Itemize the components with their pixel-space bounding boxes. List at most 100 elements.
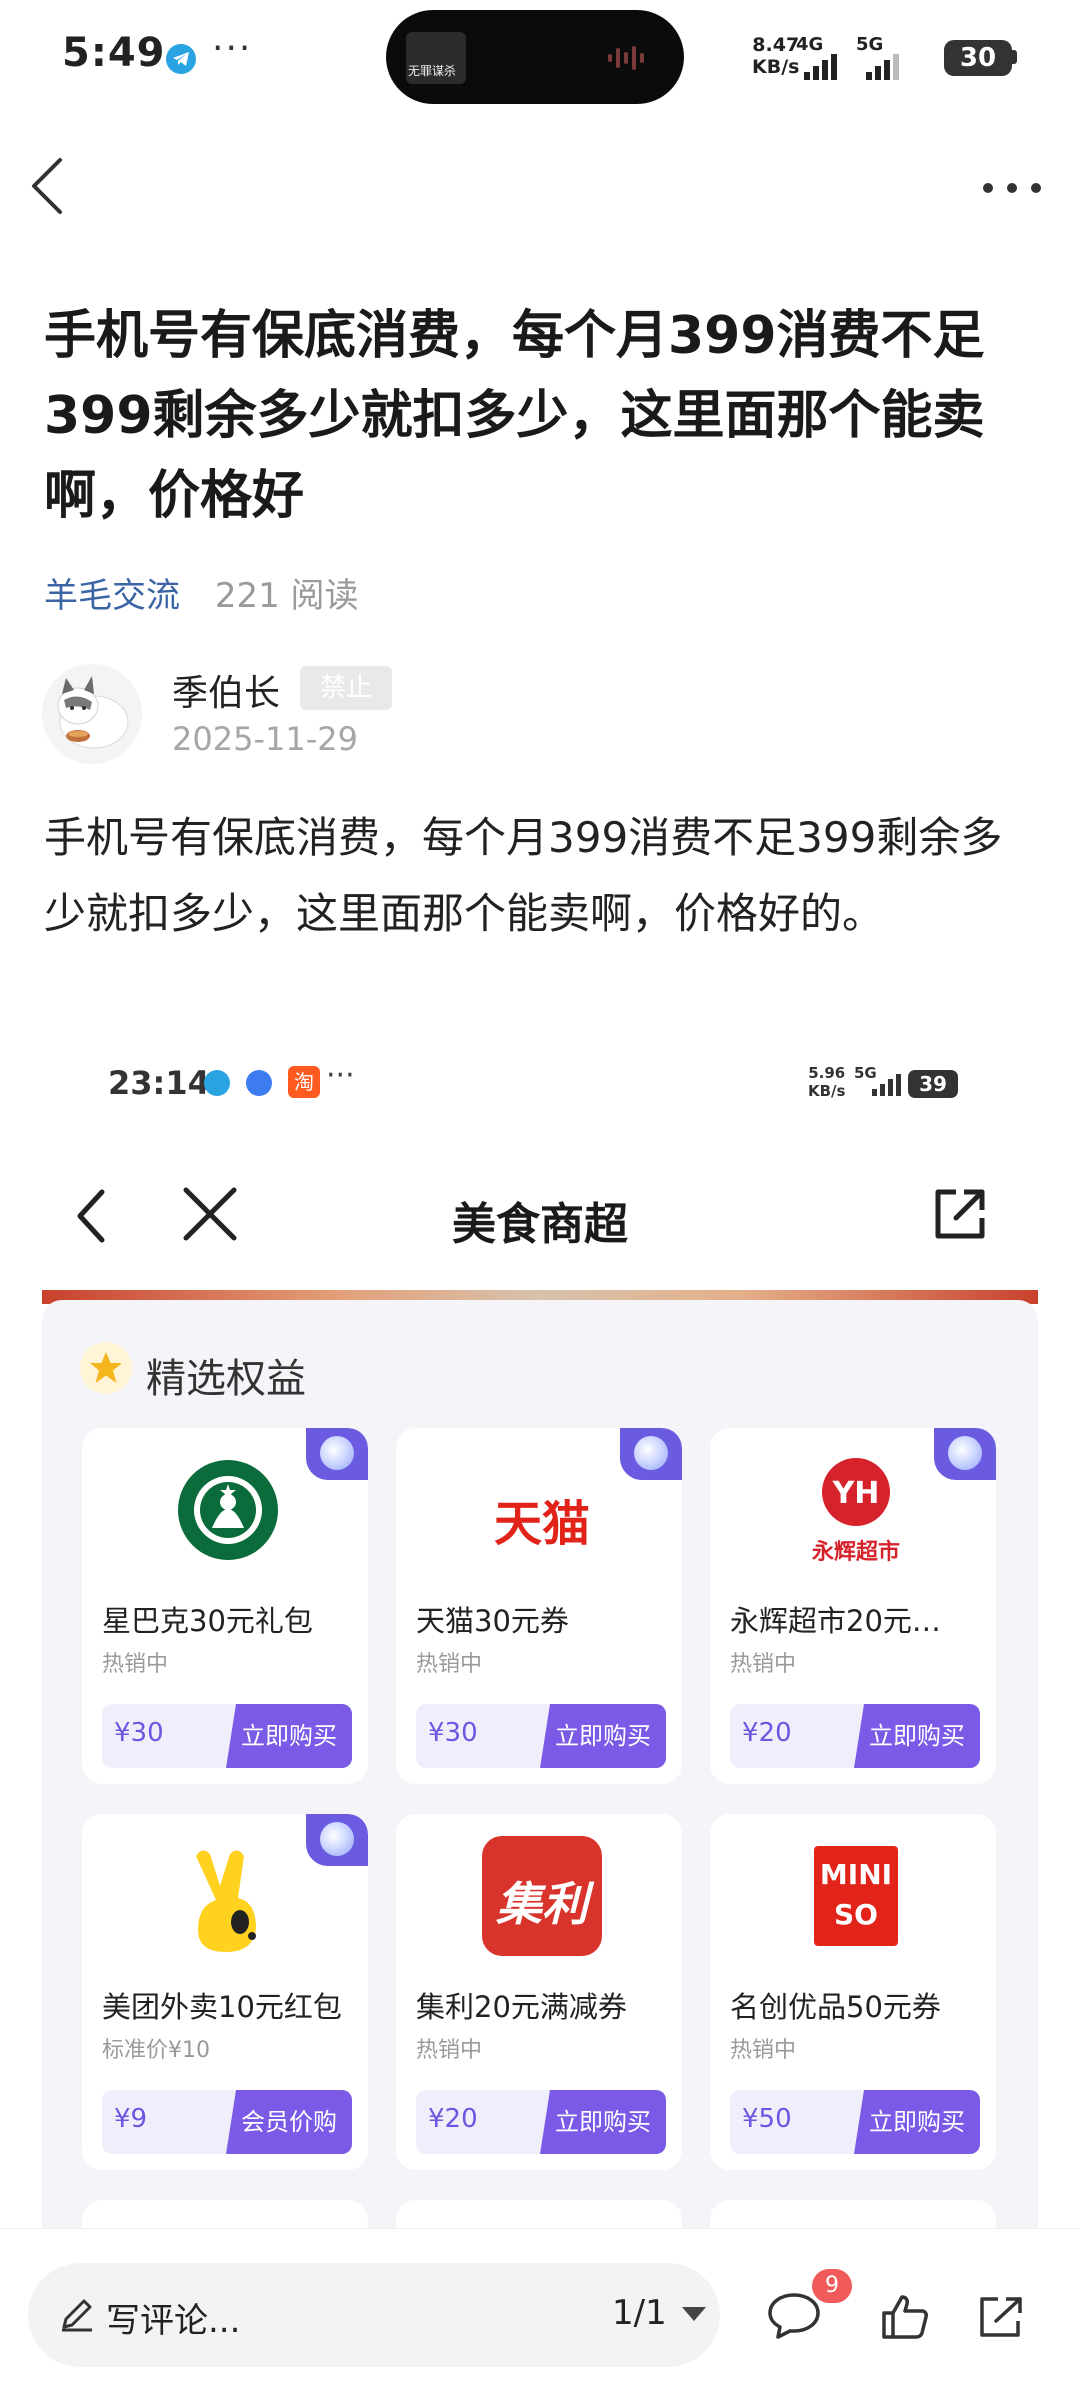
dynamic-island[interactable]: 无罪谋杀 (386, 10, 684, 104)
bottom-action-bar: 写评论... 1/1 9 (0, 2228, 1080, 2400)
embedded-status-bar: 23:14 淘 ··· 5.96 KB/s 5G 39 (42, 1020, 1038, 1140)
member-price-button[interactable]: 会员价购 (226, 2090, 352, 2154)
buy-button[interactable]: 立即购买 (226, 1704, 352, 1768)
starbucks-logo (168, 1450, 288, 1570)
product-price: ¥20 (742, 1718, 792, 1748)
audio-wave-icon (608, 46, 644, 70)
battery-cap (1012, 50, 1017, 64)
post-title: 手机号有保底消费，每个月399消费不足399剩余多少就扣多少，这里面那个能卖啊，… (44, 306, 985, 526)
product-card[interactable]: 美团外卖10元红包 标准价¥10 ¥9 会员价购 (82, 1814, 368, 2170)
product-price: ¥9 (114, 2104, 148, 2134)
signal-icon-2 (866, 54, 899, 80)
buy-button[interactable]: 立即购买 (540, 2090, 666, 2154)
section-title: 精选权益 (146, 1356, 306, 1402)
product-card-partial (82, 2200, 368, 2230)
embedded-speed-value: 5.96 (808, 1064, 846, 1082)
post-meta: 羊毛交流 221 阅读 (44, 568, 359, 617)
jili-logo-text: 集利 (496, 1877, 588, 1931)
buy-button[interactable]: 立即购买 (854, 2090, 980, 2154)
buy-bar[interactable]: ¥20 立即购买 (730, 1704, 980, 1768)
comment-count-badge: 9 (812, 2269, 852, 2303)
cat-avatar-image (42, 664, 142, 764)
speed-value: 8.47 (752, 34, 800, 56)
pen-icon (62, 2299, 92, 2332)
miniso-logo-text-bottom: SO (834, 1898, 878, 1931)
jili-logo: 集利 (482, 1836, 602, 1956)
miniso-logo: MINI SO (796, 1836, 916, 1956)
thumbs-up-icon[interactable] (880, 2293, 930, 2341)
buy-button[interactable]: 立即购买 (540, 1704, 666, 1768)
product-name: 星巴克30元礼包 (102, 1604, 313, 1638)
more-notifications-icon: ··· (326, 1058, 355, 1093)
read-count: 221 阅读 (214, 576, 359, 616)
product-card[interactable]: 星巴克30元礼包 热销中 ¥30 立即购买 (82, 1428, 368, 1784)
post-body: 手机号有保底消费，每个月399消费不足399剩余多少就扣多少，这里面那个能卖啊，… (44, 813, 1003, 938)
badge-icon (934, 1428, 996, 1480)
embedded-time: 23:14 (108, 1064, 210, 1102)
back-arrow-icon[interactable] (20, 150, 80, 222)
badge-icon (306, 1428, 368, 1480)
page-indicator[interactable]: 1/1 (612, 2293, 667, 2333)
product-name: 名创优品50元券 (730, 1990, 941, 2024)
post-image[interactable]: 23:14 淘 ··· 5.96 KB/s 5G 39 美食商超 精选权益 星巴… (42, 1020, 1038, 2230)
buy-bar[interactable]: ¥50 立即购买 (730, 2090, 980, 2154)
music-cover: 无罪谋杀 (406, 32, 466, 84)
product-card[interactable]: YH 永辉超市 永辉超市20元… 热销中 ¥20 立即购买 (710, 1428, 996, 1784)
buy-button[interactable]: 立即购买 (854, 1704, 980, 1768)
product-card[interactable]: 天猫 天猫30元券 热销中 ¥30 立即购买 (396, 1428, 682, 1784)
product-status: 热销中 (102, 1652, 169, 1677)
product-name: 集利20元满减券 (416, 1990, 627, 2024)
meituan-logo (168, 1836, 288, 1956)
buy-bar[interactable]: ¥20 立即购买 (416, 2090, 666, 2154)
taobao-icon: 淘 (288, 1066, 320, 1098)
embedded-speed-unit: KB/s (808, 1082, 846, 1100)
status-bar: 5:49 ··· 无罪谋杀 8.47 KB/s 4G 5G 30 (0, 0, 1080, 118)
buy-bar[interactable]: ¥9 会员价购 (102, 2090, 352, 2154)
badge-icon (620, 1428, 682, 1480)
buy-bar[interactable]: ¥30 立即购买 (102, 1704, 352, 1768)
product-card-partial (710, 2200, 996, 2230)
battery-icon: 39 (908, 1070, 958, 1098)
product-price: ¥20 (428, 2104, 478, 2134)
more-options-icon[interactable] (976, 168, 1048, 208)
product-status: 标准价¥10 (102, 2038, 210, 2063)
product-card-partial (396, 2200, 682, 2230)
yonghui-logo-mark: YH (832, 1476, 880, 1511)
product-price: ¥30 (428, 1718, 478, 1748)
product-name: 美团外卖10元红包 (102, 1990, 342, 2024)
product-card[interactable]: 集利 集利20元满减券 热销中 ¥20 立即购买 (396, 1814, 682, 2170)
tmall-logo: 天猫 (482, 1450, 602, 1570)
more-notifications-icon: ··· (212, 28, 253, 69)
yonghui-logo-caption: 永辉超市 (811, 1540, 900, 1565)
comment-input[interactable]: 写评论... 1/1 (28, 2263, 720, 2367)
music-cover-label: 无罪谋杀 (408, 64, 457, 78)
product-card[interactable]: MINI SO 名创优品50元券 热销中 ¥50 立即购买 (710, 1814, 996, 2170)
badge-icon (306, 1814, 368, 1866)
author-name[interactable]: 季伯长 (172, 664, 280, 716)
comment-placeholder: 写评论... (106, 2301, 241, 2341)
product-price: ¥30 (114, 1718, 164, 1748)
app-icon (246, 1070, 272, 1096)
product-price: ¥50 (742, 2104, 792, 2134)
caret-down-icon[interactable] (682, 2307, 706, 2323)
telegram-icon (166, 44, 196, 74)
share-icon[interactable] (976, 2293, 1026, 2341)
external-link-icon (935, 1189, 985, 1239)
tmall-logo-text: 天猫 (493, 1496, 590, 1552)
network-speed: 8.47 KB/s (752, 34, 799, 78)
embedded-nav-bar: 美食商超 (42, 1140, 1038, 1290)
product-status: 热销中 (416, 1652, 483, 1677)
board-link[interactable]: 羊毛交流 (44, 576, 180, 616)
miniso-logo-text-top: MINI (819, 1858, 893, 1891)
status-time: 5:49 (62, 30, 166, 76)
product-name: 天猫30元券 (416, 1604, 569, 1638)
buy-bar[interactable]: ¥30 立即购买 (416, 1704, 666, 1768)
star-icon (80, 1342, 132, 1394)
yonghui-logo: YH 永辉超市 (796, 1450, 916, 1570)
network-5g-label: 5G (856, 34, 884, 55)
speed-unit: KB/s (752, 56, 800, 78)
avatar[interactable] (42, 664, 142, 764)
comment-icon[interactable] (766, 2291, 822, 2341)
post-date: 2025-11-29 (172, 720, 358, 758)
product-status: 热销中 (730, 1652, 797, 1677)
